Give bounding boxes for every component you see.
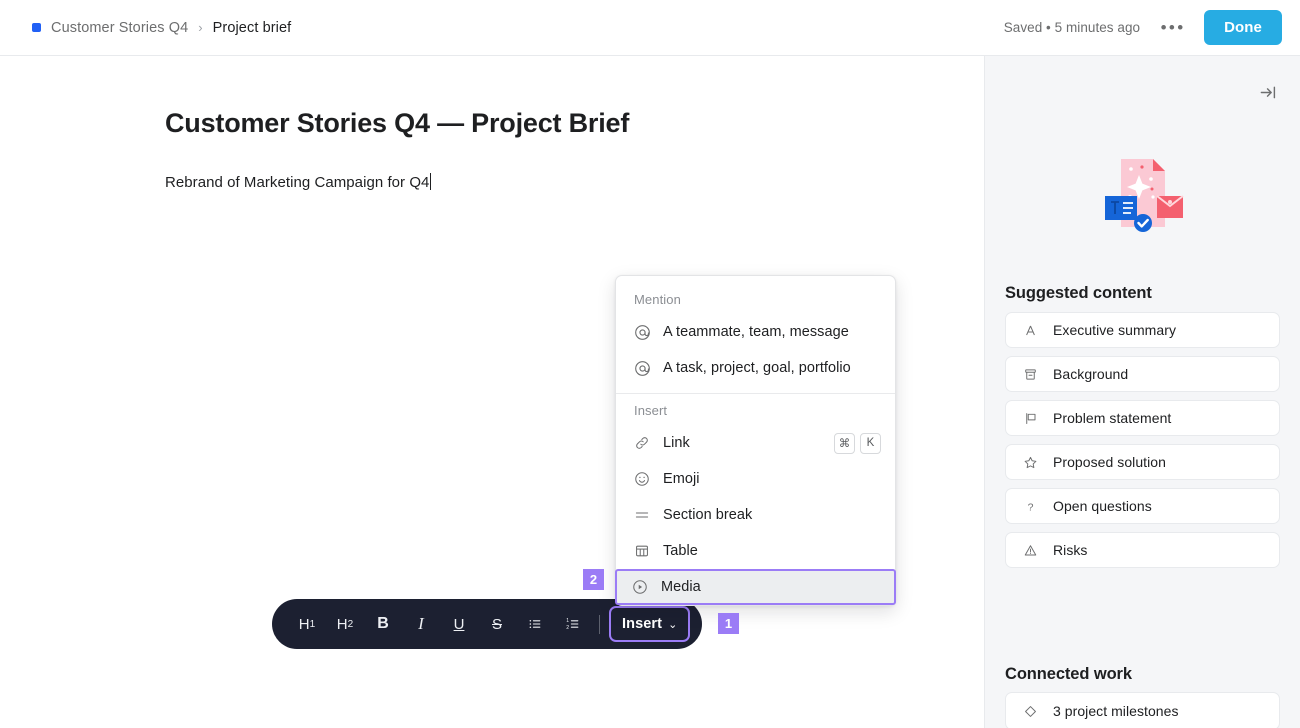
- heading-2-button[interactable]: H2: [326, 607, 364, 641]
- emoji-icon: [634, 471, 656, 487]
- menu-item-table[interactable]: Table: [616, 533, 895, 569]
- warning-triangle-icon: [1020, 543, 1040, 558]
- suggested-item-proposed-solution[interactable]: Proposed solution: [1005, 444, 1280, 480]
- archive-box-icon: [1020, 367, 1040, 382]
- step-badge-1: 1: [718, 613, 739, 634]
- kbd-k-key: K: [860, 432, 881, 454]
- document-body-value: Rebrand of Marketing Campaign for Q4: [165, 174, 430, 191]
- suggested-content-heading: Suggested content: [1005, 284, 1152, 302]
- strikethrough-button[interactable]: S: [478, 607, 516, 641]
- menu-item-label: Emoji: [663, 471, 700, 487]
- bulleted-list-button[interactable]: [516, 607, 554, 641]
- at-mention-icon: [634, 324, 656, 341]
- suggested-item-label: Risks: [1053, 542, 1088, 558]
- menu-item-mention-task[interactable]: A task, project, goal, portfolio: [616, 350, 895, 386]
- breadcrumb-project-link[interactable]: Customer Stories Q4: [51, 20, 188, 36]
- heading-1-label: H: [298, 615, 310, 633]
- section-break-icon: [634, 507, 656, 523]
- at-mention-icon: [634, 360, 656, 377]
- text-cursor: [430, 173, 432, 190]
- svg-text:2: 2: [566, 625, 569, 631]
- connected-work-list: 3 project milestones: [1005, 692, 1280, 728]
- suggested-item-label: Background: [1053, 366, 1129, 382]
- save-status-text: Saved • 5 minutes ago: [1003, 20, 1141, 35]
- heading-1-button[interactable]: H1: [288, 607, 326, 641]
- step-badge-2: 2: [583, 569, 604, 590]
- menu-item-label: Table: [663, 543, 698, 559]
- menu-item-link[interactable]: Link ⌘ K: [616, 425, 895, 461]
- suggested-item-problem-statement[interactable]: Problem statement: [1005, 400, 1280, 436]
- suggested-item-executive-summary[interactable]: Executive summary: [1005, 312, 1280, 348]
- menu-section-label-insert: Insert: [634, 403, 668, 418]
- document-body-text[interactable]: Rebrand of Marketing Campaign for Q4: [165, 173, 432, 191]
- kbd-command-key: ⌘: [834, 432, 855, 454]
- heading-2-sub: 2: [347, 618, 354, 630]
- suggested-content-list: Executive summary Background Problem sta…: [1005, 312, 1280, 576]
- suggested-item-label: Executive summary: [1053, 322, 1176, 338]
- more-horizontal-icon: •••: [1160, 17, 1186, 37]
- connected-item-project-milestones[interactable]: 3 project milestones: [1005, 692, 1280, 728]
- text-format-toolbar: H1 H2 B I U S 1 2 Insert ⌄: [272, 599, 703, 649]
- collapse-panel-right-icon[interactable]: [1256, 80, 1280, 104]
- suggested-item-risks[interactable]: Risks: [1005, 532, 1280, 568]
- italic-button[interactable]: I: [402, 607, 440, 641]
- top-header-bar: Customer Stories Q4 › Project brief Save…: [0, 0, 1300, 56]
- project-color-dot-icon: [32, 23, 41, 32]
- menu-section-label-mention: Mention: [634, 292, 681, 307]
- document-sparkle-illustration: [1095, 145, 1191, 241]
- question-mark-icon: ?: [1020, 499, 1040, 514]
- text-format-icon: [1020, 323, 1040, 338]
- breadcrumb-separator-icon: ›: [198, 20, 203, 35]
- menu-item-label: A teammate, team, message: [663, 324, 849, 340]
- svg-text:?: ?: [1027, 501, 1033, 513]
- heading-1-sub: 1: [309, 618, 316, 630]
- menu-group-insert: Insert Link ⌘ K Emoji Section break Tabl…: [615, 394, 896, 605]
- menu-item-section-break[interactable]: Section break: [616, 497, 895, 533]
- document-editor-app: Customer Stories Q4 › Project brief Save…: [0, 0, 1300, 728]
- breadcrumb: Customer Stories Q4 › Project brief: [32, 20, 291, 36]
- insert-button[interactable]: Insert ⌄: [609, 606, 691, 642]
- link-icon: [634, 435, 656, 451]
- suggested-item-label: Problem statement: [1053, 410, 1172, 426]
- menu-item-media[interactable]: Media: [615, 569, 896, 605]
- header-actions: Saved • 5 minutes ago ••• Done: [1004, 10, 1300, 45]
- connected-item-label: 3 project milestones: [1053, 703, 1179, 719]
- document-title[interactable]: Customer Stories Q4 — Project Brief: [165, 108, 629, 139]
- menu-item-emoji[interactable]: Emoji: [616, 461, 895, 497]
- bold-button[interactable]: B: [364, 607, 402, 641]
- toolbar-divider: [599, 614, 600, 634]
- menu-item-label: A task, project, goal, portfolio: [663, 360, 851, 376]
- suggested-item-label: Open questions: [1053, 498, 1152, 514]
- suggested-item-open-questions[interactable]: ? Open questions: [1005, 488, 1280, 524]
- right-sidebar: Suggested content Executive summary Back…: [984, 56, 1300, 728]
- insert-dropdown-menu: Mention A teammate, team, message A task…: [615, 275, 896, 606]
- flag-icon: [1020, 411, 1040, 426]
- media-play-icon: [632, 579, 654, 595]
- menu-item-label: Link: [663, 435, 690, 451]
- diamond-milestone-icon: [1020, 704, 1040, 719]
- numbered-list-icon: 1 2: [566, 618, 579, 631]
- svg-text:1: 1: [566, 618, 569, 624]
- table-icon: [634, 543, 656, 559]
- insert-button-label: Insert: [622, 616, 663, 632]
- keyboard-shortcut: ⌘ K: [834, 432, 881, 454]
- done-button[interactable]: Done: [1204, 10, 1282, 45]
- menu-item-label: Section break: [663, 507, 753, 523]
- connected-work-heading: Connected work: [1005, 665, 1132, 683]
- underline-button[interactable]: U: [440, 607, 478, 641]
- suggested-item-label: Proposed solution: [1053, 454, 1166, 470]
- menu-item-label: Media: [661, 579, 701, 595]
- bulleted-list-icon: [529, 620, 541, 628]
- more-options-button[interactable]: •••: [1156, 13, 1190, 43]
- star-icon: [1020, 455, 1040, 470]
- chevron-down-icon: ⌄: [668, 619, 678, 631]
- menu-item-mention-teammate[interactable]: A teammate, team, message: [616, 314, 895, 350]
- numbered-list-button[interactable]: 1 2: [554, 607, 592, 641]
- breadcrumb-current-page: Project brief: [212, 19, 292, 36]
- suggested-item-background[interactable]: Background: [1005, 356, 1280, 392]
- heading-2-label: H: [336, 615, 348, 633]
